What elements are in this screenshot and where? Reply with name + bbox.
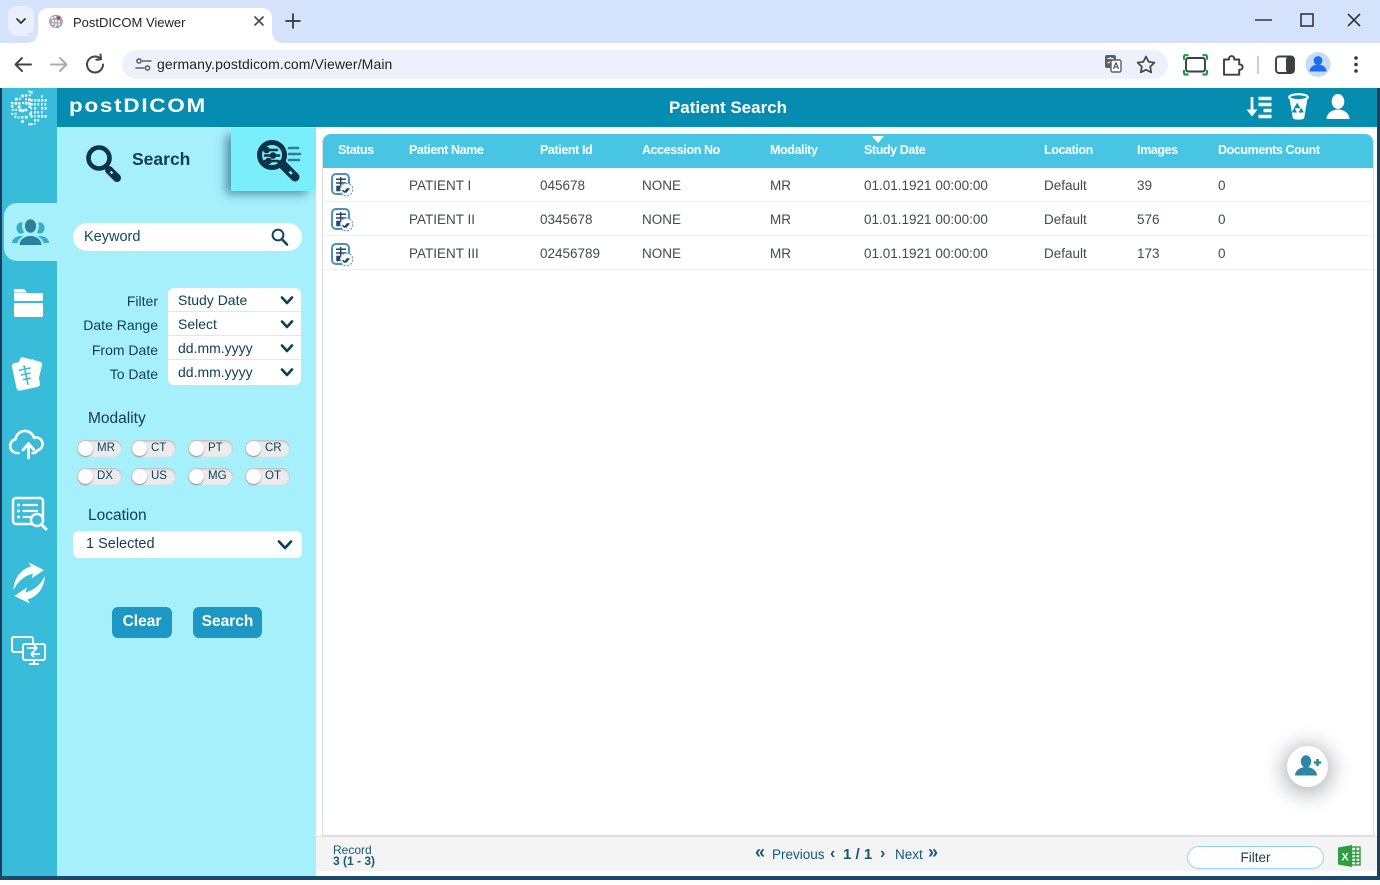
svg-text:X: X (1341, 852, 1349, 864)
